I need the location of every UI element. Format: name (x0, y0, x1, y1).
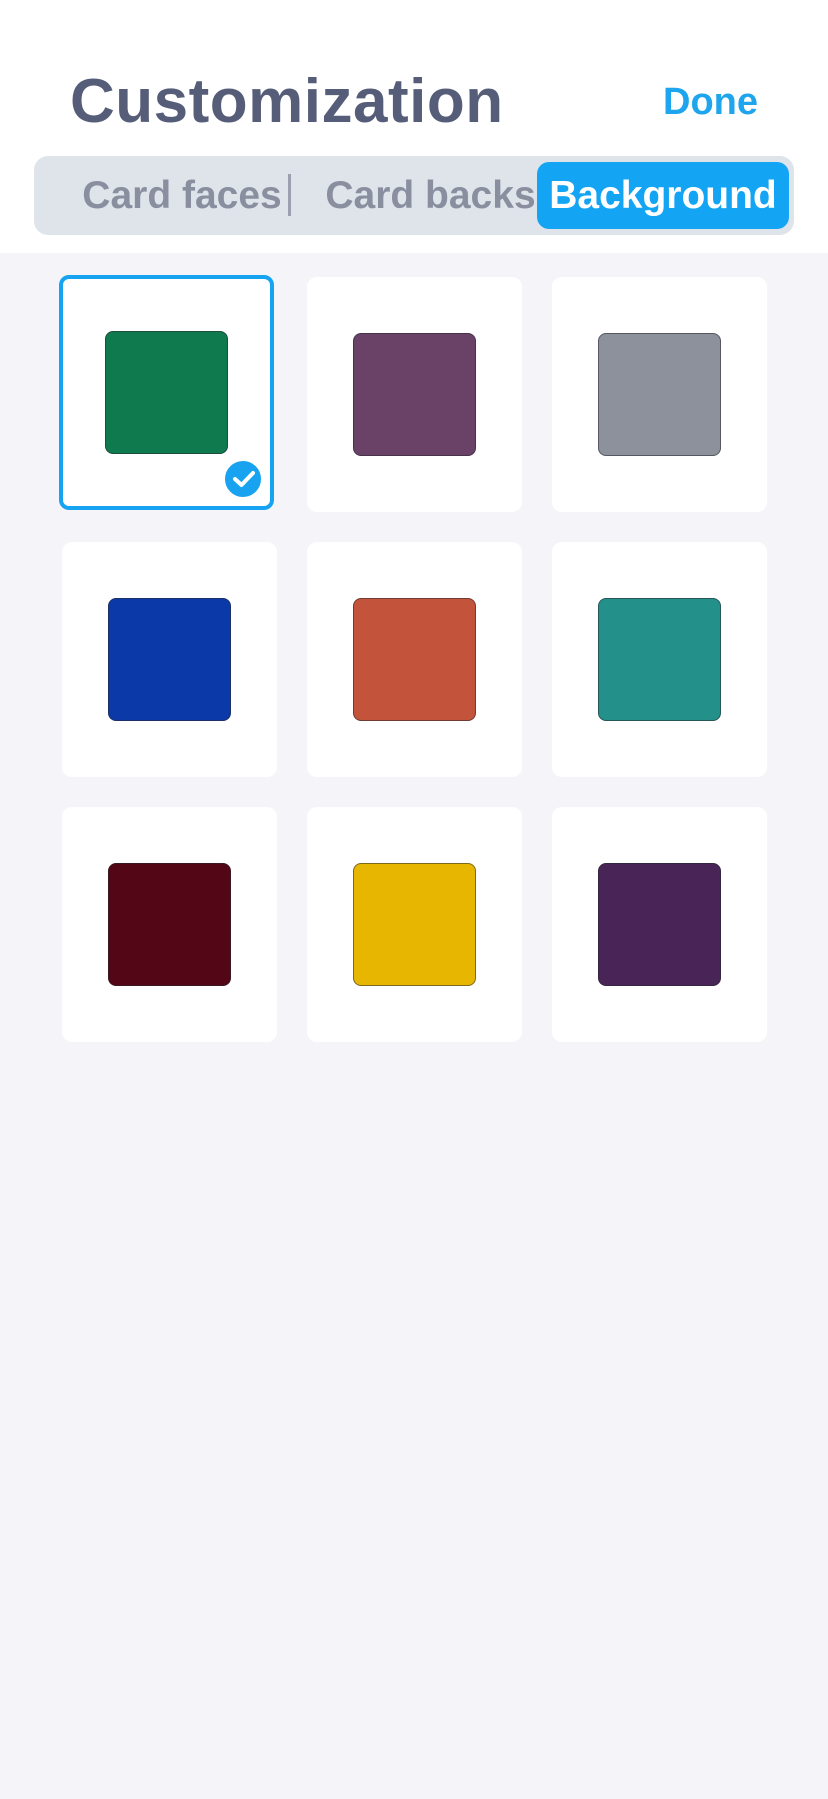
background-option-4[interactable] (62, 542, 277, 777)
background-option-5[interactable] (307, 542, 522, 777)
segmented-control: Card faces Card backs Background (34, 156, 794, 235)
background-swatch (353, 863, 476, 986)
background-swatch (598, 863, 721, 986)
background-option-8[interactable] (307, 807, 522, 1042)
background-swatch (353, 333, 476, 456)
tab-background[interactable]: Background (537, 162, 789, 229)
background-option-7[interactable] (62, 807, 277, 1042)
done-button[interactable]: Done (663, 78, 758, 126)
background-swatch (598, 333, 721, 456)
background-option-1[interactable] (59, 275, 274, 510)
background-option-9[interactable] (552, 807, 767, 1042)
page-title: Customization (70, 67, 504, 136)
background-option-6[interactable] (552, 542, 767, 777)
background-swatch (105, 331, 228, 454)
background-swatch (108, 863, 231, 986)
background-swatch (353, 598, 476, 721)
segment-divider (288, 174, 291, 216)
header: Customization Done Card faces Card backs… (0, 0, 828, 253)
tab-card-faces[interactable]: Card faces (62, 162, 302, 229)
background-option-2[interactable] (307, 277, 522, 512)
checkmark-icon (222, 458, 264, 500)
background-swatch (598, 598, 721, 721)
tab-card-backs[interactable]: Card backs (308, 162, 553, 229)
background-swatch (108, 598, 231, 721)
background-option-3[interactable] (552, 277, 767, 512)
